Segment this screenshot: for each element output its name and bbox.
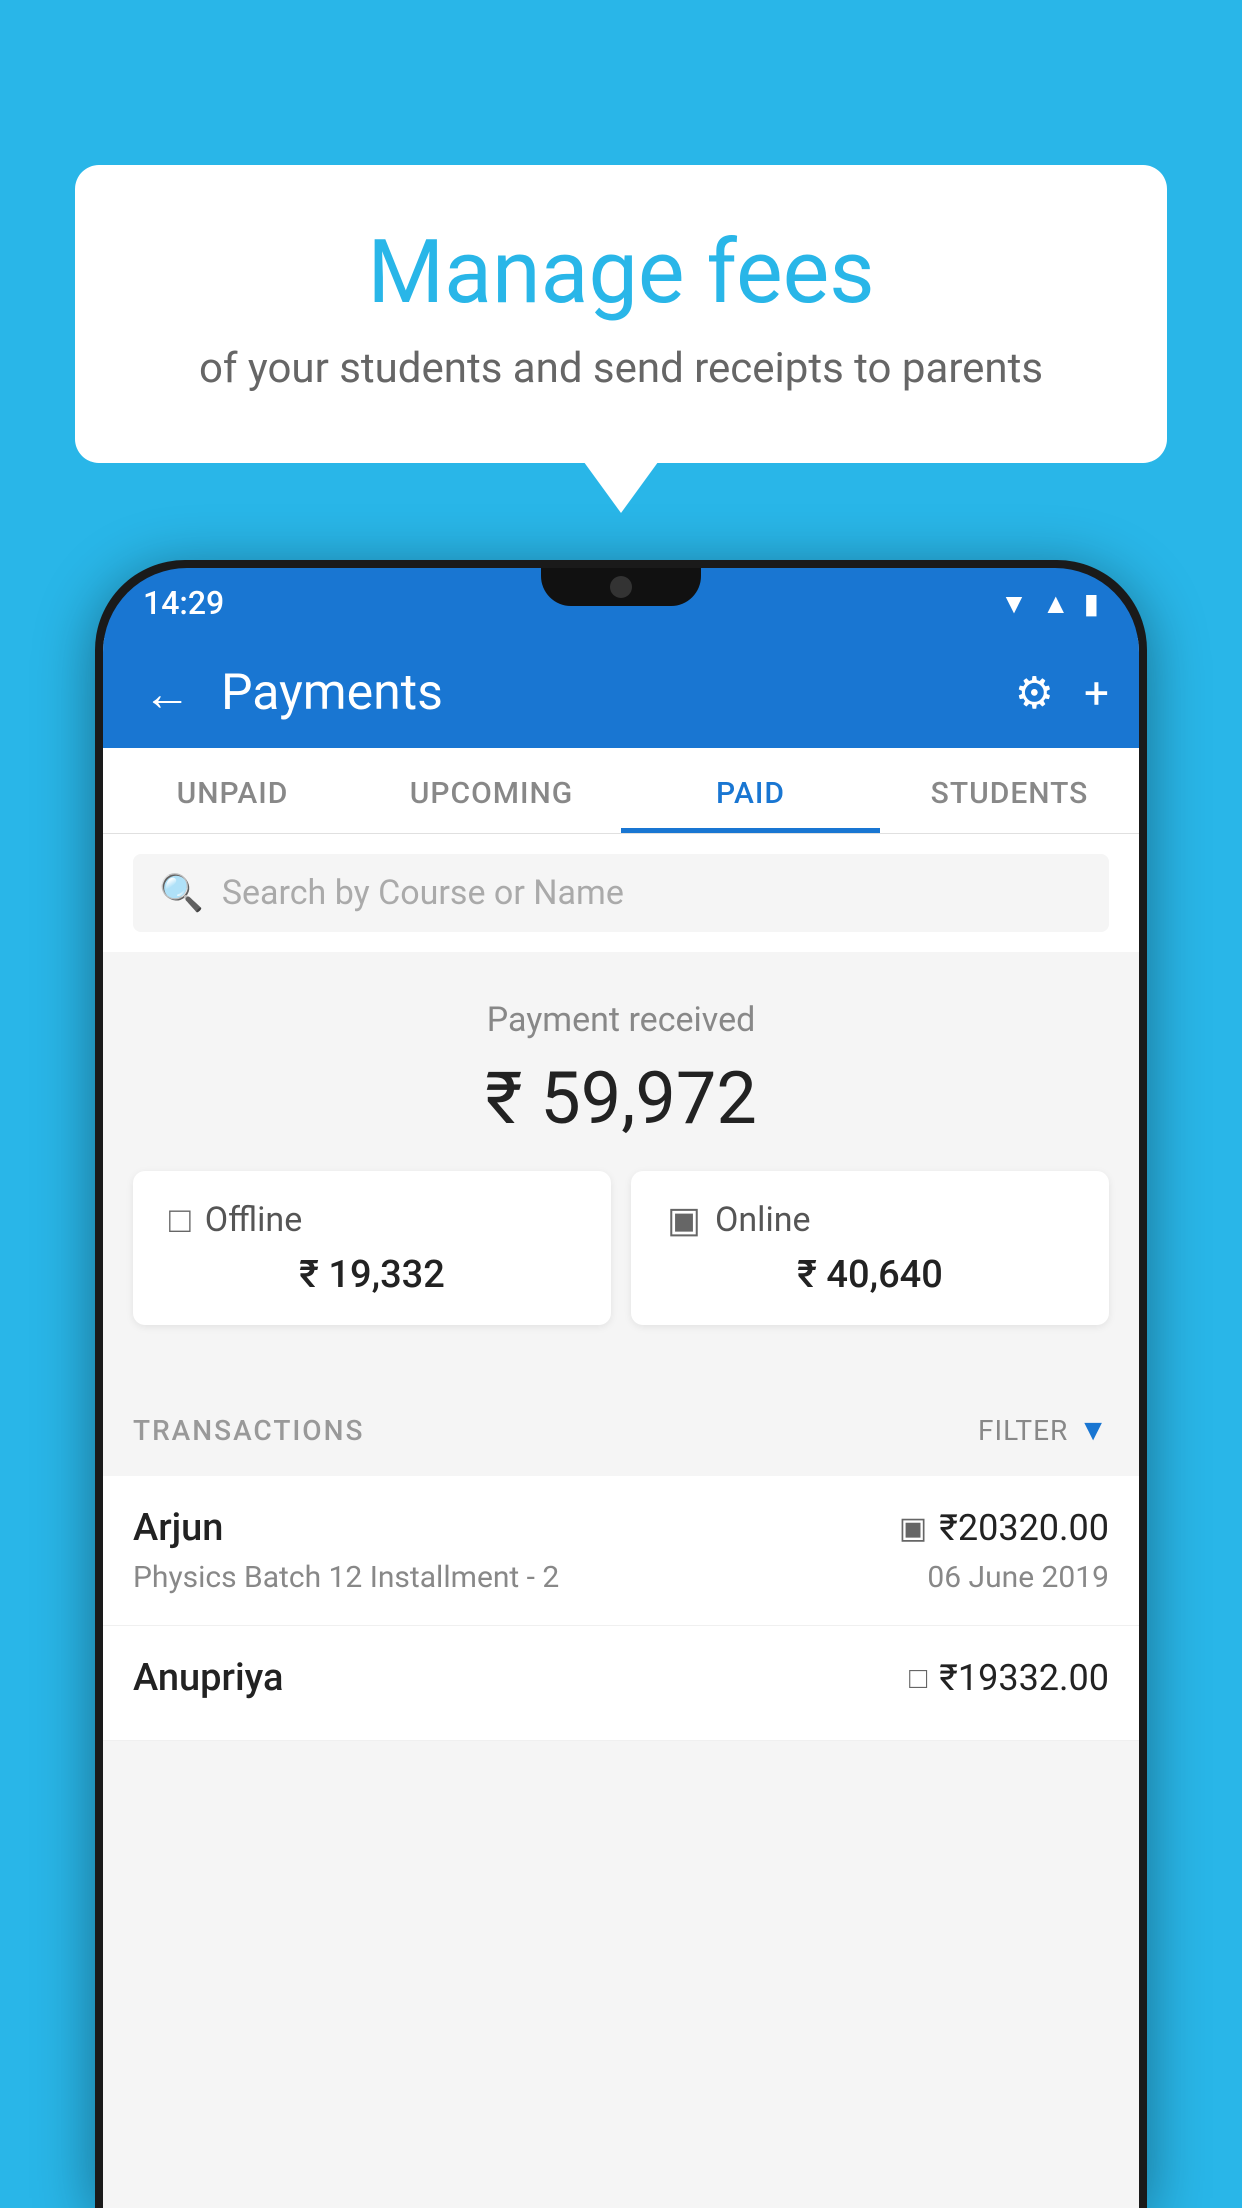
- online-amount: ₹ 40,640: [667, 1253, 1073, 1297]
- table-row[interactable]: Arjun ▣ ₹20320.00 Physics Batch 12 Insta…: [103, 1476, 1139, 1626]
- tab-paid[interactable]: PAID: [621, 748, 880, 833]
- search-container: 🔍 Search by Course or Name: [103, 834, 1139, 952]
- offline-label: Offline: [205, 1200, 302, 1240]
- cash-payment-icon-2: □: [909, 1661, 927, 1696]
- camera: [610, 576, 632, 598]
- offline-amount: ₹ 19,332: [169, 1253, 575, 1297]
- app-title: Payments: [221, 664, 995, 722]
- tab-unpaid[interactable]: UNPAID: [103, 748, 362, 833]
- transaction-amount-2: ₹19332.00: [939, 1657, 1109, 1699]
- screen: ← Payments ⚙ + UNPAID UPCOMING PAID STUD…: [103, 638, 1139, 2208]
- transaction-amount-wrap-2: □ ₹19332.00: [909, 1657, 1109, 1699]
- transaction-amount-1: ₹20320.00: [939, 1507, 1109, 1549]
- payment-total-amount: ₹ 59,972: [133, 1056, 1109, 1141]
- online-payment-card: ▣ Online ₹ 40,640: [631, 1171, 1109, 1325]
- phone-frame: 14:29 ▼ ▲ ▮ ← Payments ⚙ + UNPAID UPCOM: [95, 560, 1147, 2208]
- transaction-amount-wrap-1: ▣ ₹20320.00: [899, 1507, 1109, 1549]
- transaction-name-2: Anupriya: [133, 1656, 283, 1700]
- offline-payment-card: □ Offline ₹ 19,332: [133, 1171, 611, 1325]
- back-button[interactable]: ←: [133, 655, 201, 732]
- transaction-name-1: Arjun: [133, 1506, 223, 1550]
- filter-label: FILTER: [978, 1414, 1068, 1447]
- app-bar: ← Payments ⚙ +: [103, 638, 1139, 748]
- wifi-icon: ▼: [1000, 587, 1028, 620]
- payment-received-label: Payment received: [133, 1000, 1109, 1040]
- tab-upcoming[interactable]: UPCOMING: [362, 748, 621, 833]
- phone-notch: [541, 568, 701, 606]
- payment-cards: □ Offline ₹ 19,332 ▣ Online ₹ 40,640: [133, 1171, 1109, 1355]
- offline-icon: □: [169, 1199, 191, 1241]
- phone-bezel: 14:29 ▼ ▲ ▮ ← Payments ⚙ + UNPAID UPCOM: [103, 568, 1139, 2208]
- speech-bubble-subtitle: of your students and send receipts to pa…: [145, 344, 1097, 393]
- settings-button[interactable]: ⚙: [1015, 667, 1054, 719]
- app-bar-icons: ⚙ +: [1015, 667, 1109, 719]
- status-time: 14:29: [143, 584, 224, 622]
- transaction-bottom-1: Physics Batch 12 Installment - 2 06 June…: [133, 1560, 1109, 1595]
- card-payment-icon-1: ▣: [899, 1511, 927, 1546]
- offline-card-header: □ Offline: [169, 1199, 575, 1241]
- speech-bubble: Manage fees of your students and send re…: [75, 165, 1167, 463]
- filter-icon: ▼: [1078, 1413, 1109, 1448]
- table-row[interactable]: Anupriya □ ₹19332.00: [103, 1626, 1139, 1741]
- battery-icon: ▮: [1084, 587, 1099, 620]
- transaction-date-1: 06 June 2019: [927, 1560, 1109, 1595]
- speech-bubble-title: Manage fees: [145, 225, 1097, 322]
- add-button[interactable]: +: [1084, 667, 1109, 719]
- transaction-top-2: Anupriya □ ₹19332.00: [133, 1656, 1109, 1700]
- search-box[interactable]: 🔍 Search by Course or Name: [133, 854, 1109, 932]
- online-label: Online: [715, 1200, 811, 1240]
- search-icon: 🔍: [159, 872, 204, 914]
- transactions-header: TRANSACTIONS FILTER ▼: [103, 1385, 1139, 1476]
- online-icon: ▣: [667, 1199, 701, 1241]
- payment-summary: Payment received ₹ 59,972 □ Offline ₹ 19…: [103, 960, 1139, 1385]
- transaction-course-1: Physics Batch 12 Installment - 2: [133, 1560, 559, 1595]
- tab-students[interactable]: STUDENTS: [880, 748, 1139, 833]
- status-icons: ▼ ▲ ▮: [1000, 587, 1099, 620]
- filter-button[interactable]: FILTER ▼: [978, 1413, 1109, 1448]
- online-card-header: ▣ Online: [667, 1199, 1073, 1241]
- transactions-label: TRANSACTIONS: [133, 1414, 364, 1447]
- search-placeholder[interactable]: Search by Course or Name: [222, 873, 624, 913]
- signal-icon: ▲: [1042, 587, 1070, 620]
- tab-bar: UNPAID UPCOMING PAID STUDENTS: [103, 748, 1139, 834]
- transaction-top-1: Arjun ▣ ₹20320.00: [133, 1506, 1109, 1550]
